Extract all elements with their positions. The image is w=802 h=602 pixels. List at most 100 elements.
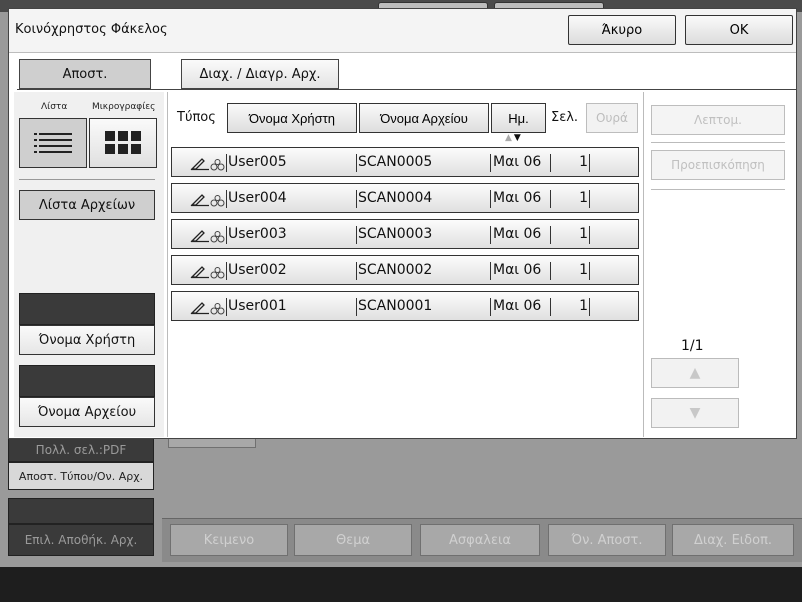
sort-direction-indicator: ▲▼ (505, 133, 523, 143)
queue-button[interactable]: Ουρά (586, 103, 638, 133)
file-row[interactable]: User005 SCAN0005 Μαι 06 1 (171, 147, 639, 177)
queue-label: Ουρά (596, 111, 628, 125)
preview-label: Προεπισκόπηση (671, 158, 765, 172)
background-select-store-button: Επιλ. Αποθήκ. Αρχ. (8, 524, 154, 556)
column-divider (356, 190, 357, 208)
column-divider (490, 154, 491, 172)
column-divider (490, 262, 491, 280)
file-name: SCAN0003 (358, 226, 433, 242)
sort-user-name-button[interactable]: Όνομα Χρήστη (227, 103, 357, 133)
file-name-label: Όνομα Αρχείου (37, 404, 137, 420)
thumbnail-view-label: Μικρογραφίες (92, 102, 156, 112)
file-date: Μαι 06 (493, 226, 542, 242)
scanner-icon (190, 229, 226, 243)
file-name: SCAN0005 (358, 154, 433, 170)
thumbnail-view-button[interactable] (89, 118, 157, 168)
file-date: Μαι 06 (493, 154, 542, 170)
scanner-icon (190, 157, 226, 171)
scanner-icon (190, 193, 226, 207)
tab-send[interactable]: Αποστ. (19, 59, 151, 89)
grid-icon (105, 131, 141, 154)
file-pages: 1 (579, 226, 588, 242)
column-divider (356, 298, 357, 316)
arrow-up-icon: ▲ (689, 365, 701, 381)
file-user: User004 (228, 190, 287, 206)
file-name: SCAN0001 (358, 298, 433, 314)
scroll-down-button[interactable]: ▼ (651, 398, 739, 428)
column-divider (550, 298, 551, 316)
cancel-button[interactable]: Άκυρο (568, 15, 676, 45)
column-divider (550, 190, 551, 208)
file-pages: 1 (579, 190, 588, 206)
background-pdf-setting: Πολλ. σελ.:PDF (8, 438, 154, 462)
background-tab-text: Κειμενο (170, 524, 288, 556)
ok-button[interactable]: OK (685, 15, 793, 45)
column-divider (589, 154, 590, 172)
arrow-down-icon: ▼ (689, 405, 701, 421)
file-user: User005 (228, 154, 287, 170)
list-icon (34, 133, 72, 153)
tabs-divider (17, 89, 796, 90)
column-divider (550, 262, 551, 280)
user-name-label: Όνομα Χρήστη (38, 332, 136, 348)
file-row[interactable]: User004 SCAN0004 Μαι 06 1 (171, 183, 639, 213)
file-user: User003 (228, 226, 287, 242)
file-name-display (19, 365, 155, 397)
column-divider (226, 154, 227, 172)
column-divider (490, 298, 491, 316)
file-name: SCAN0002 (358, 262, 433, 278)
background-send-type-button: Αποστ. Τύπου/Ον. Αρχ. (8, 462, 154, 490)
preview-button[interactable]: Προεπισκόπηση (651, 150, 785, 180)
file-date: Μαι 06 (493, 262, 542, 278)
user-name-button[interactable]: Όνομα Χρήστη (19, 325, 155, 355)
column-divider (550, 226, 551, 244)
column-divider (589, 190, 590, 208)
file-row[interactable]: User001 SCAN0001 Μαι 06 1 (171, 291, 639, 321)
dialog-title: Κοινόχρηστος Φάκελος (15, 22, 168, 37)
left-panel-divider (19, 179, 155, 180)
list-view-button[interactable] (19, 118, 87, 168)
dialog-title-bar: Κοινόχρηστος Φάκελος Άκυρο OK (9, 9, 796, 53)
file-date: Μαι 06 (493, 298, 542, 314)
tab-manage-delete[interactable]: Διαχ. / Διαγρ. Αρχ. (181, 59, 339, 89)
page-count: 1/1 (681, 338, 704, 354)
file-date: Μαι 06 (493, 190, 542, 206)
background-dark-box (8, 498, 154, 524)
background-send-type-label: Αποστ. Τύπου/Ον. Αρχ. (18, 469, 144, 483)
column-divider (490, 190, 491, 208)
file-row[interactable]: User003 SCAN0003 Μαι 06 1 (171, 219, 639, 249)
details-label: Λεπτομ. (694, 113, 742, 127)
column-divider (356, 154, 357, 172)
file-list-button[interactable]: Λίστα Αρχείων (19, 190, 155, 220)
pages-column-label: Σελ. (551, 110, 579, 125)
file-pages: 1 (579, 154, 588, 170)
background-tab-notification: Διαχ. Ειδοπ. (672, 524, 794, 556)
column-divider (226, 226, 227, 244)
right-panel-divider (651, 189, 785, 190)
column-divider (356, 226, 357, 244)
sort-date-button[interactable]: Ημ. (491, 103, 546, 133)
column-divider (226, 190, 227, 208)
file-user: User001 (228, 298, 287, 314)
file-row[interactable]: User002 SCAN0002 Μαι 06 1 (171, 255, 639, 285)
details-button[interactable]: Λεπτομ. (651, 105, 785, 135)
background-bottom-strip (0, 567, 802, 602)
file-list-label: Λίστα Αρχείων (38, 197, 136, 213)
sort-descending-icon: ▼ (513, 133, 523, 143)
file-name-button[interactable]: Όνομα Αρχείου (19, 397, 155, 427)
scroll-up-button[interactable]: ▲ (651, 358, 739, 388)
background-select-store-label: Επιλ. Αποθήκ. Αρχ. (24, 533, 138, 547)
scanner-icon (190, 265, 226, 279)
right-panel-divider (651, 142, 785, 143)
file-pages: 1 (579, 298, 588, 314)
background-tab-subject: Θεμα (294, 524, 412, 556)
list-view-label: Λίστα (41, 102, 68, 112)
sort-file-name-button[interactable]: Όνομα Αρχείου (359, 103, 489, 133)
background-pdf-setting-label: Πολλ. σελ.:PDF (35, 443, 127, 457)
sort-ascending-icon: ▲ (505, 133, 514, 143)
user-name-display (19, 293, 155, 325)
column-divider (226, 262, 227, 280)
column-divider (589, 226, 590, 244)
column-divider (490, 226, 491, 244)
column-divider (589, 298, 590, 316)
